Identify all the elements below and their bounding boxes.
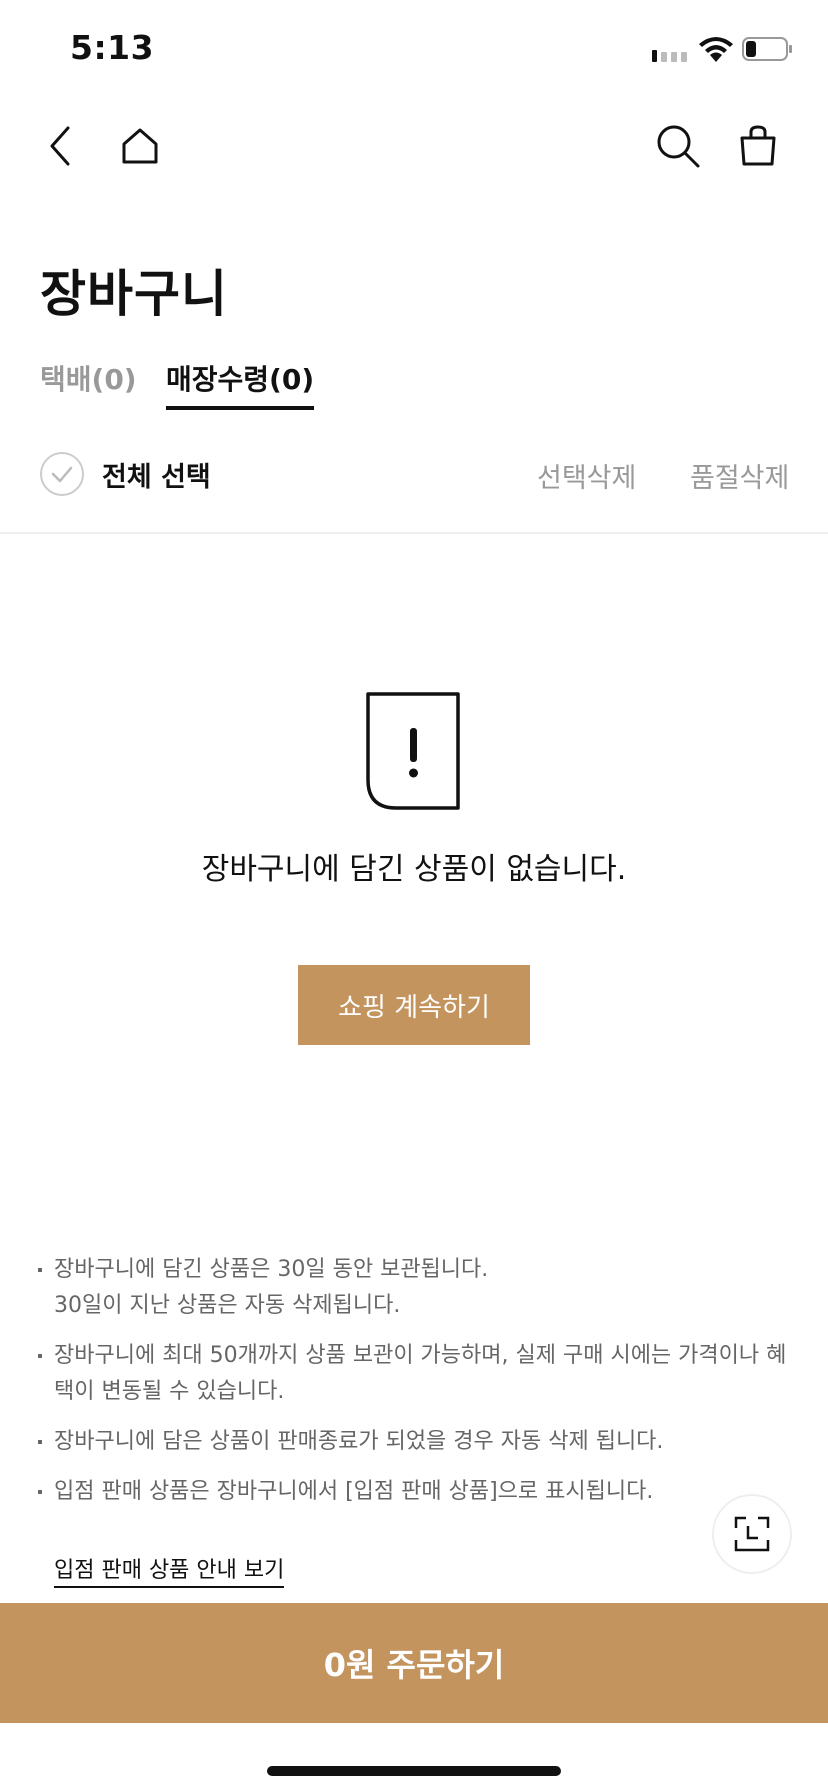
order-button[interactable]: 0원 주문하기: [0, 1603, 828, 1723]
tab-delivery[interactable]: 택배(0): [40, 358, 137, 410]
vendor-product-guide-link[interactable]: 입점 판매 상품 안내 보기: [54, 1552, 285, 1588]
wifi-icon: [699, 37, 733, 62]
cart-page: 5:13 장바구니 택배(0) 매장수령(0) 전체 선택 선택삭제 품절삭제 …: [0, 0, 828, 1792]
divider: [0, 532, 828, 534]
notice-item: 입점 판매 상품은 장바구니에서 [입점 판매 상품]으로 표시됩니다.: [38, 1474, 788, 1510]
search-icon[interactable]: [652, 120, 704, 172]
notice-line: 장바구니에 최대 50개까지 상품 보관이 가능하며, 실제 구매 시에는 가격…: [54, 1343, 787, 1368]
cellular-signal-icon: [652, 50, 687, 62]
notice-line: 장바구니에 담긴 상품은 30일 동안 보관됩니다.: [54, 1257, 489, 1282]
page-title: 장바구니: [40, 265, 228, 323]
empty-cart-message: 장바구니에 담긴 상품이 없습니다.: [201, 852, 627, 887]
notice-line: 장바구니에 담은 상품이 판매종료가 되었을 경우 자동 삭제 됩니다.: [54, 1429, 664, 1454]
battery-icon: [742, 37, 792, 61]
scan-button[interactable]: [712, 1494, 792, 1574]
notice-list: 장바구니에 담긴 상품은 30일 동안 보관됩니다. 30일이 지난 상품은 자…: [38, 1252, 788, 1524]
delete-selected-button[interactable]: 선택삭제: [537, 456, 636, 495]
home-icon[interactable]: [114, 120, 166, 172]
continue-shopping-button[interactable]: 쇼핑 계속하기: [298, 965, 530, 1045]
notice-item: 장바구니에 담은 상품이 판매종료가 되었을 경우 자동 삭제 됩니다.: [38, 1424, 788, 1460]
delete-soldout-button[interactable]: 품절삭제: [690, 456, 789, 495]
notice-item: 장바구니에 최대 50개까지 상품 보관이 가능하며, 실제 구매 시에는 가격…: [38, 1338, 788, 1410]
home-indicator: [267, 1766, 561, 1776]
check-circle-icon[interactable]: [40, 452, 84, 496]
status-time: 5:13: [70, 28, 155, 67]
scan-frame-icon: [734, 1516, 770, 1552]
tab-store-pickup[interactable]: 매장수령(0): [166, 358, 315, 410]
notice-line: 택이 변동될 수 있습니다.: [54, 1379, 285, 1404]
select-all-toggle[interactable]: 전체 선택: [40, 452, 211, 496]
cart-icon[interactable]: [732, 120, 784, 172]
notice-line: 30일이 지난 상품은 자동 삭제됩니다.: [54, 1293, 401, 1318]
select-all-label: 전체 선택: [102, 461, 211, 493]
alert-notice-icon: [366, 692, 460, 810]
notice-line: 입점 판매 상품은 장바구니에서 [입점 판매 상품]으로 표시됩니다.: [54, 1479, 654, 1504]
status-bar: 5:13: [0, 0, 828, 96]
notice-item: 장바구니에 담긴 상품은 30일 동안 보관됩니다. 30일이 지난 상품은 자…: [38, 1252, 788, 1324]
back-icon[interactable]: [36, 120, 88, 172]
